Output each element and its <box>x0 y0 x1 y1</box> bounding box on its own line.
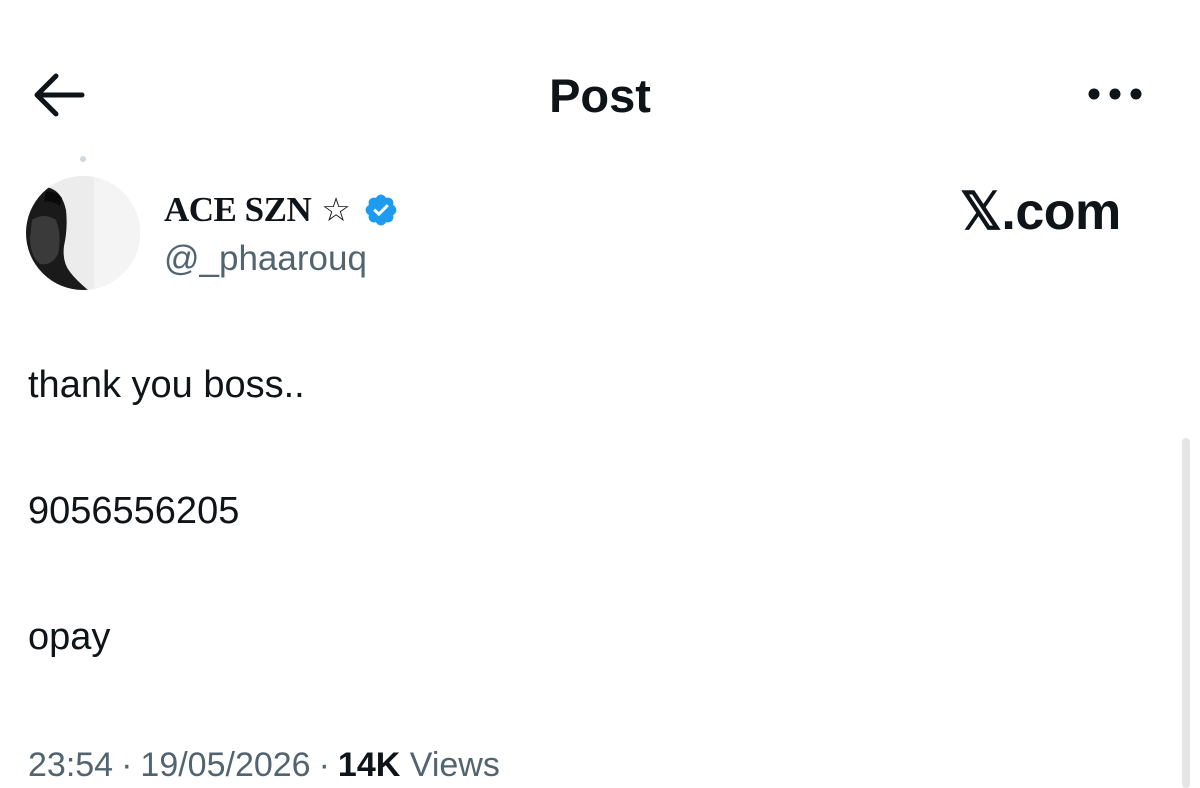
scrollbar[interactable] <box>1182 438 1190 788</box>
display-name[interactable]: ACE SZN <box>164 188 312 232</box>
post-text-line: opay <box>28 616 111 658</box>
post-time[interactable]: 23:54 <box>28 746 113 784</box>
post-page: Post ACE SZN ☆ @_phaarouq 𝕏.com thank yo… <box>0 0 1200 788</box>
author-name-row[interactable]: ACE SZN ☆ <box>164 186 399 234</box>
verified-badge-icon <box>365 194 397 226</box>
views-label[interactable]: Views <box>410 746 500 784</box>
more-horizontal-icon <box>1088 88 1142 100</box>
views-count[interactable]: 14K <box>338 746 400 784</box>
post-meta: 23:54 · 19/05/2026 · 14K Views <box>28 742 500 788</box>
post-text-line: thank you boss.. <box>28 364 305 406</box>
x-com-watermark: 𝕏.com <box>960 183 1121 241</box>
meta-separator: · <box>318 746 330 784</box>
post-date[interactable]: 19/05/2026 <box>140 746 310 784</box>
author-handle[interactable]: @_phaarouq <box>164 236 367 282</box>
meta-separator: · <box>121 746 133 784</box>
more-options-button[interactable] <box>1082 80 1148 108</box>
avatar[interactable] <box>26 176 140 290</box>
thread-connector <box>80 156 86 162</box>
name-star-symbol: ☆ <box>321 190 351 229</box>
page-title: Post <box>549 69 651 122</box>
post-text-line: 9056556205 <box>28 490 240 532</box>
top-bar: Post <box>0 0 1200 190</box>
